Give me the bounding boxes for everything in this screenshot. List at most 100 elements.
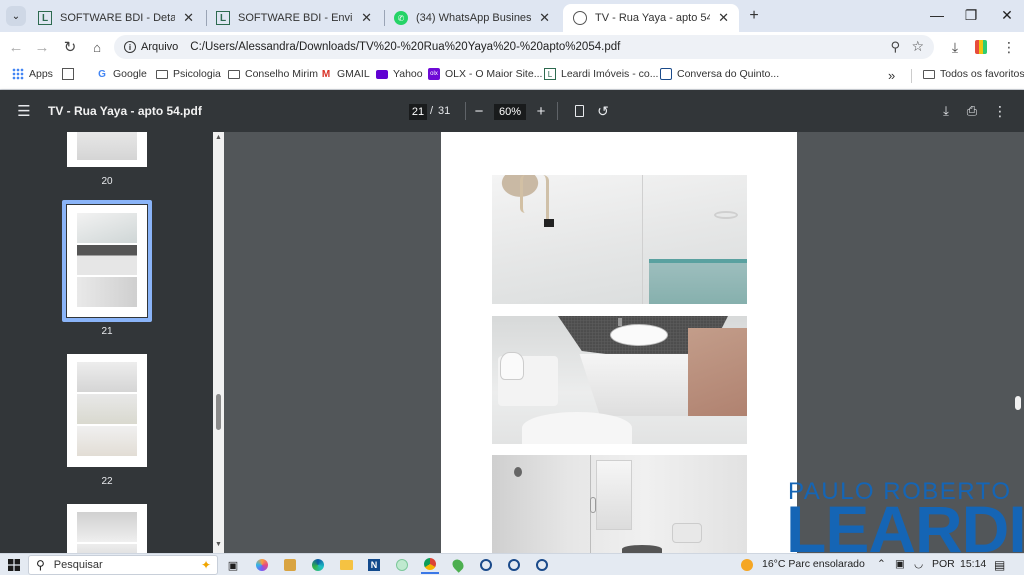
pdf-viewer[interactable]: PAULO ROBERTO LEARDI	[224, 132, 1024, 553]
app-icon[interactable]	[281, 556, 299, 574]
scrollbar-thumb[interactable]	[216, 394, 221, 430]
url-text[interactable]: C:/Users/Alessandra/Downloads/TV%20-%20R…	[190, 41, 620, 53]
thumbnail-page-22[interactable]	[67, 354, 147, 467]
bookmark-conselho-mirim[interactable]: Conselho Mirim	[228, 68, 318, 80]
star-icon[interactable]: ☆	[911, 38, 924, 55]
windows-taskbar: ⚲ Pesquisar ✦ ▣ N 16°C Parc ensolarado ⌃…	[0, 553, 1024, 575]
bookmark-label: Psicologia	[173, 68, 221, 80]
copilot-icon[interactable]	[253, 556, 271, 574]
bookmark-label: Yahoo	[393, 68, 423, 80]
photo-bathroom-ceiling	[492, 175, 747, 304]
forward-button[interactable]: →	[31, 36, 53, 58]
tab-search-button[interactable]: ⌄	[6, 6, 26, 26]
reload-button[interactable]: ↻	[59, 36, 81, 58]
tab-software-bdi-detalhe[interactable]: L SOFTWARE BDI - Detalhe Pesqu ✕	[28, 4, 204, 32]
thumbnail-sidebar: 20 21 22 ▲ ▼	[0, 132, 224, 553]
bookmark-tab-groups[interactable]	[62, 68, 79, 80]
minimize-button[interactable]: —	[920, 0, 954, 30]
watermark-bottom: LEARDI	[786, 492, 1024, 553]
search-box[interactable]: ⚲ Pesquisar ✦	[28, 555, 218, 575]
yahoo-icon	[376, 69, 388, 79]
zoom-icon[interactable]: ⚲	[890, 39, 900, 55]
more-options-button[interactable]: ⋮	[991, 102, 1009, 120]
thumbnail-page-20[interactable]	[67, 132, 147, 167]
close-window-button[interactable]: ✕	[990, 0, 1024, 30]
rotate-icon: ↺	[597, 102, 609, 119]
edge-icon[interactable]	[309, 556, 327, 574]
search-label: Pesquisar	[53, 559, 103, 571]
bookmark-label: GMAIL	[337, 68, 370, 80]
bookmark-conversa[interactable]: Conversa do Quinto...	[660, 68, 779, 80]
clock[interactable]: 15:14	[960, 558, 986, 570]
all-bookmarks-button[interactable]: Todos os favoritos	[923, 68, 1024, 80]
file-explorer-icon[interactable]	[337, 556, 355, 574]
app-icon-blue[interactable]	[477, 556, 495, 574]
tray-chevron-up-icon[interactable]: ⌃	[877, 558, 886, 570]
zoom-input[interactable]: 60%	[494, 104, 526, 120]
back-button[interactable]: ←	[5, 36, 27, 58]
app-icon-blue-3[interactable]	[533, 556, 551, 574]
sidebar-scrollbar[interactable]: ▲ ▼	[213, 132, 224, 553]
chip-label: Arquivo	[141, 41, 179, 53]
site-info-chip[interactable]: i Arquivo	[124, 41, 178, 53]
notification-icon[interactable]: ▤	[994, 558, 1005, 572]
bookmark-leardi[interactable]: L Leardi Imóveis - co...	[544, 68, 658, 80]
network-icon[interactable]: ▣	[895, 558, 905, 570]
bookmark-label: Apps	[29, 68, 53, 80]
home-button[interactable]: ⌂	[86, 36, 108, 58]
bookmark-psicologia[interactable]: Psicologia	[156, 68, 221, 80]
print-button[interactable]: ⎙	[963, 102, 981, 120]
bookmark-gmail[interactable]: M GMAIL	[320, 68, 370, 80]
viewer-scrollbar-thumb[interactable]	[1015, 396, 1021, 410]
thumbnail-number: 22	[101, 476, 113, 487]
fit-page-button[interactable]	[570, 102, 588, 120]
restore-button[interactable]: ❐	[954, 0, 988, 30]
scroll-up-arrow[interactable]: ▲	[215, 134, 222, 141]
bookmark-yahoo[interactable]: Yahoo	[376, 68, 423, 80]
thumbnail-page-23[interactable]	[67, 504, 147, 553]
downloads-button[interactable]: ⤓	[944, 36, 966, 58]
bookmark-olx[interactable]: olx OLX - O Maior Site...	[428, 68, 542, 80]
extension-icon[interactable]	[970, 36, 992, 58]
onenote-icon[interactable]: N	[365, 556, 383, 574]
close-icon[interactable]: ✕	[183, 10, 194, 26]
language-indicator[interactable]: POR	[932, 558, 955, 570]
whatsapp-taskbar-icon[interactable]	[393, 556, 411, 574]
new-tab-button[interactable]: +	[744, 6, 764, 26]
weather-icon[interactable]	[738, 556, 756, 574]
zoom-out-button[interactable]: −	[470, 102, 488, 120]
task-view-icon[interactable]: ▣	[224, 556, 242, 574]
close-icon[interactable]: ✕	[361, 10, 372, 26]
weather-text[interactable]: 16°C Parc ensolarado	[762, 558, 865, 570]
google-icon: G	[98, 68, 106, 80]
menu-icon[interactable]: ⋮	[998, 36, 1020, 58]
close-icon[interactable]: ✕	[539, 10, 550, 26]
tab-whatsapp-business[interactable]: ✆ (34) WhatsApp Business ✕	[384, 4, 560, 32]
zoom-in-button[interactable]: +	[532, 102, 550, 120]
wifi-icon[interactable]: ◡	[914, 558, 923, 570]
more-bookmarks-button[interactable]: »	[888, 68, 895, 83]
bookmark-google[interactable]: G Google	[96, 68, 147, 80]
sidebar-toggle-button[interactable]: ☰	[14, 101, 34, 121]
bookmark-label: Todos os favoritos	[940, 68, 1024, 80]
chrome-icon[interactable]	[421, 556, 439, 574]
thumbnail-page-21[interactable]	[67, 205, 147, 317]
maps-icon[interactable]	[449, 556, 467, 574]
scroll-down-arrow[interactable]: ▼	[215, 541, 222, 548]
download-button[interactable]: ⤓	[937, 102, 955, 120]
tab-software-bdi-enviafoto[interactable]: L SOFTWARE BDI - EnviaFoto Imo ✕	[206, 4, 382, 32]
close-icon[interactable]: ✕	[718, 10, 729, 26]
page-number-input[interactable]: 21	[409, 104, 427, 120]
rotate-button[interactable]: ↺	[594, 102, 612, 120]
search-icon: ⚲	[36, 558, 45, 572]
leardi-favicon: L	[38, 11, 52, 25]
bookmark-apps[interactable]: Apps	[12, 68, 53, 80]
tab-pdf-active[interactable]: TV - Rua Yaya - apto 54.pdf ✕	[563, 4, 739, 32]
apps-grid-icon	[12, 68, 24, 80]
address-bar[interactable]: i Arquivo C:/Users/Alessandra/Downloads/…	[114, 35, 934, 59]
fit-page-icon	[574, 105, 584, 117]
chevron-down-icon: ⌄	[11, 10, 21, 22]
pdf-toolbar: ☰ TV - Rua Yaya - apto 54.pdf 21 / 31 − …	[0, 90, 1024, 132]
start-button[interactable]	[5, 556, 23, 574]
app-icon-blue-2[interactable]	[505, 556, 523, 574]
